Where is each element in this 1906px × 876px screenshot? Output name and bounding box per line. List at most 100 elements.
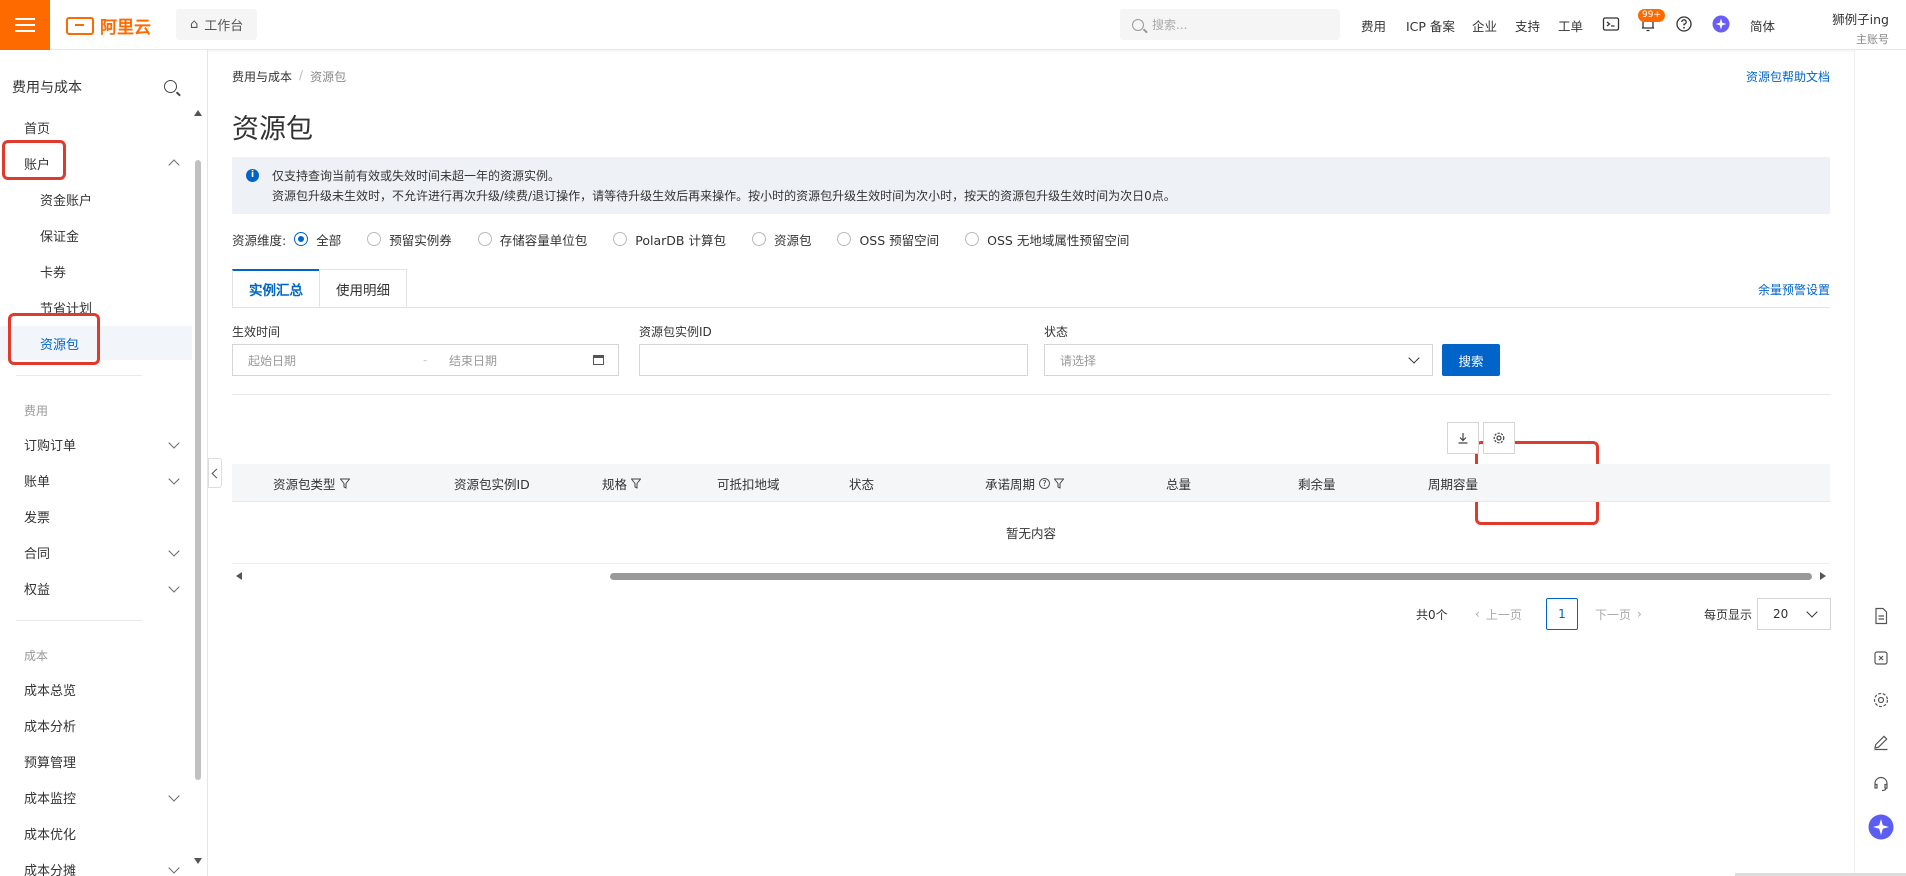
sidebar-item-label: 成本分析 <box>24 719 77 735</box>
global-search-input[interactable]: 搜索... <box>1120 9 1340 40</box>
col-instance-id: 资源包实例ID <box>454 464 530 502</box>
edit-icon[interactable] <box>1871 732 1891 752</box>
radio-label: PolarDB 计算包 <box>635 232 726 248</box>
hamburger-menu-button[interactable] <box>0 0 50 50</box>
sidebar-item-cost-allocation[interactable]: 成本分摊 <box>0 852 192 876</box>
radio-polardb[interactable]: PolarDB 计算包 <box>613 230 726 249</box>
pagination-prev-button[interactable]: ‹ 上一页 <box>1475 598 1522 630</box>
col-total: 总量 <box>1166 464 1191 502</box>
nav-enterprise[interactable]: 企业 <box>1472 0 1497 50</box>
prev-label: 上一页 <box>1485 607 1522 622</box>
pagination-page-1[interactable]: 1 <box>1546 598 1578 630</box>
sidebar-item-invoice[interactable]: 发票 <box>0 499 192 533</box>
home-icon: ⌂ <box>190 17 199 32</box>
help-icon[interactable] <box>1675 15 1693 33</box>
filter-divider <box>232 394 1830 395</box>
column-settings-button[interactable] <box>1483 422 1515 454</box>
chip-icon[interactable] <box>1871 648 1891 668</box>
sidebar-item-cost-optimize[interactable]: 成本优化 <box>0 816 192 850</box>
page-size-select[interactable]: 20 <box>1757 598 1831 630</box>
radio-storage-capacity[interactable]: 存储容量单位包 <box>477 230 587 249</box>
radio-oss-no-region[interactable]: OSS 无地域属性预留空间 <box>965 230 1129 249</box>
end-date-placeholder: 结束日期 <box>449 353 498 368</box>
sidebar-item-deposit[interactable]: 保证金 <box>0 218 192 252</box>
alert-settings-link[interactable]: 余量预警设置 <box>1758 281 1830 298</box>
terminal-icon[interactable] <box>1602 15 1620 33</box>
pagination-total: 共0个 <box>1416 607 1448 622</box>
col-package-type[interactable]: 资源包类型 <box>273 464 350 502</box>
sidebar-item-contract[interactable]: 合同 <box>0 535 192 569</box>
column-label: 资源包实例ID <box>454 476 530 492</box>
user-menu[interactable]: 狮例子ing 主账号 <box>1805 9 1889 47</box>
workbench-button[interactable]: ⌂ 工作台 <box>176 9 258 40</box>
scroll-up-arrow[interactable] <box>194 110 202 116</box>
sidebar-item-coupons[interactable]: 卡券 <box>0 254 192 288</box>
sidebar-item-savings-plan[interactable]: 节省计划 <box>0 290 192 324</box>
tab-instance-summary[interactable]: 实例汇总 <box>232 269 320 308</box>
download-button[interactable] <box>1447 422 1479 454</box>
scroll-left-arrow[interactable] <box>236 572 242 580</box>
sidebar-item-home[interactable]: 首页 <box>0 110 192 144</box>
col-commit-period[interactable]: 承诺周期 ? <box>985 464 1065 502</box>
help-doc-link[interactable]: 资源包帮助文档 <box>1746 68 1830 85</box>
nav-icp[interactable]: ICP 备案 <box>1406 0 1455 50</box>
table-header: 资源包类型 资源包实例ID 规格 可抵扣地域 状态 承诺周期 ? 总量 剩余量 … <box>232 464 1830 502</box>
tab-usage-detail[interactable]: 使用明细 <box>319 269 407 308</box>
notice-line-1: 仅支持查询当前有效或失效时间未超一年的资源实例。 <box>272 169 561 183</box>
top-bar: 阿里云 ⌂ 工作台 搜索... 费用 ICP 备案 企业 支持 工单 99+ 简… <box>0 0 1906 50</box>
radio-oss-reserved[interactable]: OSS 预留空间 <box>837 230 939 249</box>
filter-status-label: 状态 <box>1044 325 1069 339</box>
sidebar-item-cost-analysis[interactable]: 成本分析 <box>0 708 192 742</box>
filter-icon[interactable] <box>1054 478 1065 489</box>
scroll-down-arrow[interactable] <box>194 858 202 864</box>
customer-service-icon[interactable] <box>1871 774 1891 794</box>
ai-assistant-icon[interactable] <box>1868 814 1894 840</box>
document-icon[interactable] <box>1871 606 1891 626</box>
sidebar-item-resource-package[interactable]: 资源包 <box>0 326 192 360</box>
sidebar-item-account[interactable]: 账户 <box>0 146 192 180</box>
settings-icon[interactable] <box>1871 690 1891 710</box>
sidebar-item-benefits[interactable]: 权益 <box>0 571 192 605</box>
nav-ticket[interactable]: 工单 <box>1558 0 1583 50</box>
sidebar-scrollbar[interactable] <box>195 160 201 780</box>
radio-icon <box>613 232 628 246</box>
radio-resource-package[interactable]: 资源包 <box>751 230 812 249</box>
language-switch[interactable]: 简体 <box>1750 0 1775 50</box>
search-button[interactable]: 搜索 <box>1442 344 1500 376</box>
filter-icon[interactable] <box>339 478 350 489</box>
sidebar-item-cost-monitor[interactable]: 成本监控 <box>0 780 192 814</box>
breadcrumb-parent[interactable]: 费用与成本 <box>232 68 292 85</box>
instance-id-input[interactable] <box>639 344 1028 376</box>
sidebar-item-label: 账单 <box>24 474 51 490</box>
sidebar-item-cost-overview[interactable]: 成本总览 <box>0 672 192 706</box>
nav-fee[interactable]: 费用 <box>1361 0 1386 50</box>
ai-assistant-icon[interactable] <box>1712 15 1730 33</box>
aliyun-logo[interactable]: 阿里云 <box>66 13 151 38</box>
sidebar-item-bills[interactable]: 账单 <box>0 463 192 497</box>
sidebar-item-label: 账户 <box>24 157 51 173</box>
date-range-picker[interactable]: 起始日期 - 结束日期 <box>232 344 619 376</box>
radio-reserved-instance[interactable]: 预留实例券 <box>367 230 452 249</box>
column-label: 剩余量 <box>1298 476 1336 492</box>
radio-label: 资源包 <box>773 232 812 248</box>
sidebar-search-icon[interactable] <box>164 80 177 93</box>
scroll-right-arrow[interactable] <box>1820 572 1826 580</box>
radio-all[interactable]: 全部 <box>294 230 341 249</box>
nav-support[interactable]: 支持 <box>1515 0 1540 50</box>
status-select[interactable]: 请选择 <box>1044 344 1433 376</box>
scrollbar-thumb[interactable] <box>610 573 1812 580</box>
notice-line-2: 资源包升级未生效时，不允许进行再次升级/续费/退订操作，请等待升级生效后再来操作… <box>272 189 1176 203</box>
sidebar-item-budget[interactable]: 预算管理 <box>0 744 192 778</box>
col-spec[interactable]: 规格 <box>602 464 642 502</box>
help-icon[interactable]: ? <box>1039 477 1051 489</box>
sidebar-item-fund-account[interactable]: 资金账户 <box>0 182 192 216</box>
table-horizontal-scrollbar[interactable] <box>232 569 1830 583</box>
filter-icon[interactable] <box>631 478 642 489</box>
sidebar-item-orders[interactable]: 订购订单 <box>0 427 192 461</box>
sidebar-item-label: 节省计划 <box>40 301 93 317</box>
pagination-next-button[interactable]: 下一页 › <box>1595 598 1642 630</box>
radio-label: OSS 预留空间 <box>859 232 940 248</box>
sidebar-item-label: 卡券 <box>40 265 67 281</box>
radio-label: 预留实例券 <box>389 232 452 248</box>
search-placeholder: 搜索... <box>1152 18 1188 32</box>
